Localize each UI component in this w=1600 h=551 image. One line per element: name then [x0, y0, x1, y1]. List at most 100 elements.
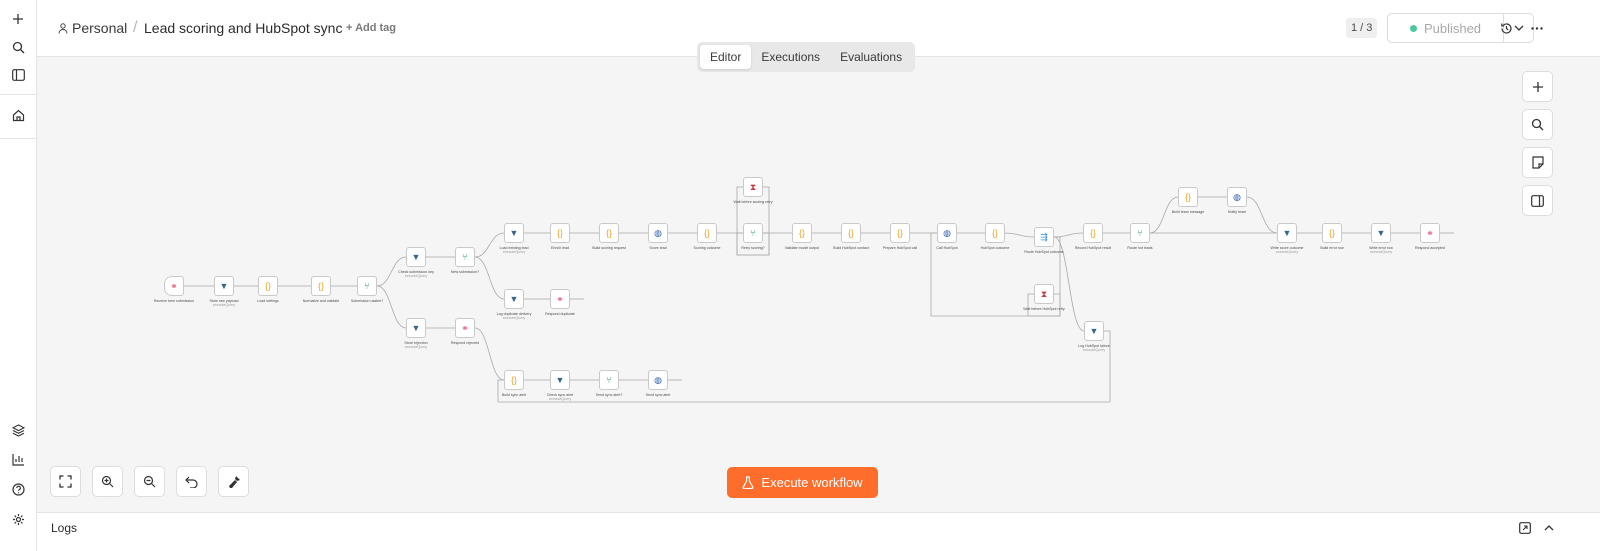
settings-gear-icon[interactable] — [7, 508, 29, 530]
fit-view-button[interactable] — [50, 466, 81, 497]
workflow-node[interactable]: ▼ — [504, 223, 524, 243]
workflow-node[interactable]: ⑂ — [357, 276, 377, 296]
broom-icon — [228, 475, 240, 488]
workflow-node[interactable]: {} — [1322, 223, 1342, 243]
workflow-node[interactable]: ⧗ — [743, 177, 763, 197]
connection-line[interactable] — [736, 186, 770, 256]
workflow-node[interactable]: ◍ — [648, 223, 668, 243]
code-node-icon: {} — [1089, 228, 1096, 238]
node-title: Notify team — [1227, 210, 1247, 214]
search-nodes-button[interactable] — [1522, 109, 1553, 140]
workflow-node[interactable]: ◍ — [1227, 187, 1247, 207]
node-title: Route hot leads — [1127, 246, 1153, 250]
node-title: Respond rejected — [450, 341, 480, 345]
code-node-icon: {} — [896, 228, 903, 238]
connection-line[interactable] — [474, 327, 505, 381]
tidy-up-button[interactable] — [218, 466, 249, 497]
workflow-node[interactable]: {} — [550, 223, 570, 243]
workflow-node[interactable]: ⑂ — [1130, 223, 1150, 243]
connection-line[interactable] — [1053, 232, 1084, 238]
db-node-icon: ▼ — [219, 281, 229, 291]
templates-icon[interactable] — [7, 419, 29, 441]
workflow-node[interactable]: ⚭ — [164, 276, 184, 296]
connection-line[interactable] — [474, 256, 505, 300]
plus-icon[interactable] — [7, 8, 29, 30]
project-breadcrumb[interactable]: Personal — [58, 20, 127, 36]
chevron-up-icon[interactable] — [1541, 520, 1557, 536]
node-label: Respond duplicate — [525, 312, 595, 316]
panel-right-icon — [1531, 194, 1544, 207]
workflow-node[interactable]: ⧗ — [1034, 284, 1054, 304]
zoom-in-button[interactable] — [92, 466, 123, 497]
workflow-canvas[interactable]: ⚭ Receive form submission ▼ Store raw paylo… — [37, 57, 1600, 512]
workflow-node[interactable]: ⚭ — [455, 318, 475, 338]
workflow-node[interactable]: {} — [890, 223, 910, 243]
workflow-node[interactable]: {} — [985, 223, 1005, 243]
workflow-node[interactable]: ▼ — [1084, 321, 1104, 341]
workflow-node[interactable]: ⑂ — [599, 370, 619, 390]
workflow-title[interactable]: Lead scoring and HubSpot sync — [144, 20, 342, 36]
flask-icon — [742, 476, 754, 489]
workflow-node[interactable]: ⑂ — [743, 223, 763, 243]
workflow-node[interactable]: ▼ — [550, 370, 570, 390]
workflow-node[interactable]: ▼ — [504, 289, 524, 309]
node-subtitle: executeQuery — [404, 274, 428, 278]
undo-button[interactable] — [176, 466, 207, 497]
workflow-node[interactable]: {} — [258, 276, 278, 296]
connection-line[interactable] — [1004, 232, 1035, 238]
insights-icon[interactable] — [7, 448, 29, 470]
add-tag-button[interactable]: + Add tag — [346, 22, 396, 34]
sticky-note-button[interactable] — [1522, 147, 1553, 178]
workflow-node[interactable]: {} — [599, 223, 619, 243]
connection-line[interactable] — [497, 330, 1111, 403]
more-options-icon[interactable] — [1527, 18, 1547, 38]
left-rail — [0, 0, 37, 551]
zoom-out-button[interactable] — [134, 466, 165, 497]
connection-line[interactable] — [1149, 196, 1179, 234]
workflow-node[interactable]: ▼ — [406, 247, 426, 267]
workflow-node[interactable]: {} — [1178, 187, 1198, 207]
workflow-node[interactable]: {} — [841, 223, 861, 243]
connection-line[interactable] — [1027, 236, 1061, 317]
node-label: Wait before HubSpot retry — [1009, 307, 1079, 311]
workflow-node[interactable]: ◍ — [648, 370, 668, 390]
workflow-node[interactable]: {} — [311, 276, 331, 296]
workflow-node[interactable]: ▼ — [1371, 223, 1391, 243]
toggle-panel-button[interactable] — [1522, 185, 1553, 216]
version-indicator[interactable]: 1 / 3 — [1346, 18, 1378, 38]
connection-line[interactable] — [736, 186, 770, 256]
code-node-icon: {} — [1184, 192, 1191, 202]
workflow-node[interactable]: ▼ — [1277, 223, 1297, 243]
history-icon[interactable] — [1496, 18, 1516, 38]
workflow-node[interactable]: ◍ — [937, 223, 957, 243]
workflow-node[interactable]: ⇶ — [1034, 227, 1054, 247]
workflow-node[interactable]: ⑂ — [455, 247, 475, 267]
help-icon[interactable] — [7, 478, 29, 500]
execute-workflow-button[interactable]: Execute workflow — [727, 467, 878, 498]
node-label: Log HubSpot failure executeQuery — [1059, 344, 1129, 352]
code-node-icon: {} — [847, 228, 854, 238]
search-icon[interactable] — [7, 36, 29, 58]
execute-workflow-label: Execute workflow — [761, 475, 863, 490]
workflow-node[interactable]: {} — [504, 370, 524, 390]
workflow-node[interactable]: ▼ — [406, 318, 426, 338]
home-icon[interactable] — [7, 104, 29, 126]
tab-evaluations[interactable]: Evaluations — [830, 45, 912, 69]
code-node-icon: {} — [991, 228, 998, 238]
pop-out-logs-icon[interactable] — [1517, 520, 1533, 536]
add-node-button[interactable] — [1522, 71, 1553, 102]
node-subtitle: executeQuery — [212, 303, 236, 307]
published-button[interactable]: Published — [1387, 13, 1504, 43]
logs-panel-bar[interactable]: Logs — [37, 512, 1600, 551]
tab-executions[interactable]: Executions — [751, 45, 830, 69]
workflow-node[interactable]: ⚭ — [1420, 223, 1440, 243]
workflow-node[interactable]: {} — [697, 223, 717, 243]
connection-line[interactable] — [1246, 196, 1278, 234]
tab-editor[interactable]: Editor — [700, 45, 752, 69]
workflow-node[interactable]: ▼ — [214, 276, 234, 296]
workflow-node[interactable]: ⚭ — [550, 289, 570, 309]
sidebar-toggle-icon[interactable] — [7, 64, 29, 86]
workflow-node[interactable]: {} — [1083, 223, 1103, 243]
workflow-node[interactable]: {} — [792, 223, 812, 243]
connection-line[interactable] — [376, 285, 407, 329]
